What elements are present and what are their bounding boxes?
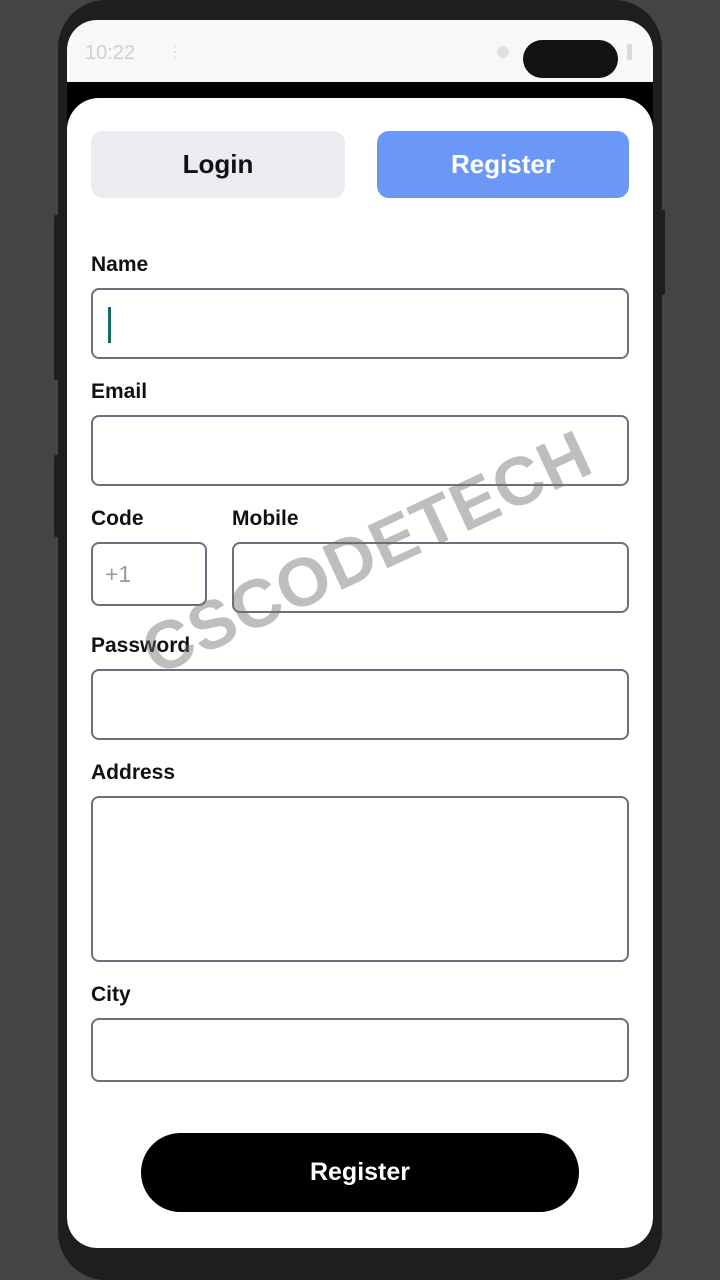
- mobile-field[interactable]: [232, 542, 629, 613]
- mobile-label: Mobile: [232, 507, 299, 530]
- email-field[interactable]: [91, 415, 629, 486]
- country-code-value: +1: [105, 561, 132, 587]
- power-button-right: [660, 210, 665, 295]
- password-label: Password: [91, 634, 191, 657]
- status-bar: 10:22 ⋮: [67, 20, 653, 82]
- battery-icon: [627, 44, 632, 60]
- text-cursor: [108, 307, 111, 343]
- tab-register[interactable]: Register: [377, 131, 629, 198]
- address-label: Address: [91, 761, 176, 784]
- signal-icon: ⋮: [167, 44, 183, 61]
- power-button-left: [54, 455, 60, 537]
- city-label: City: [91, 983, 131, 1006]
- password-field[interactable]: [91, 669, 629, 740]
- name-label: Name: [91, 253, 149, 276]
- code-label: Code: [91, 507, 144, 530]
- screen: 10:22 ⋮ Login Register Name Email Code +…: [67, 20, 653, 1248]
- name-field[interactable]: [91, 288, 629, 359]
- city-field[interactable]: [91, 1018, 629, 1082]
- status-indicator-icon: [497, 46, 509, 58]
- status-time: 10:22: [85, 42, 136, 64]
- tab-login[interactable]: Login: [91, 131, 345, 198]
- country-code-field[interactable]: +1: [91, 542, 207, 606]
- email-label: Email: [91, 380, 148, 403]
- volume-button: [54, 215, 60, 380]
- register-button[interactable]: Register: [141, 1133, 579, 1212]
- address-field[interactable]: [91, 796, 629, 962]
- camera-cutout: [523, 40, 618, 78]
